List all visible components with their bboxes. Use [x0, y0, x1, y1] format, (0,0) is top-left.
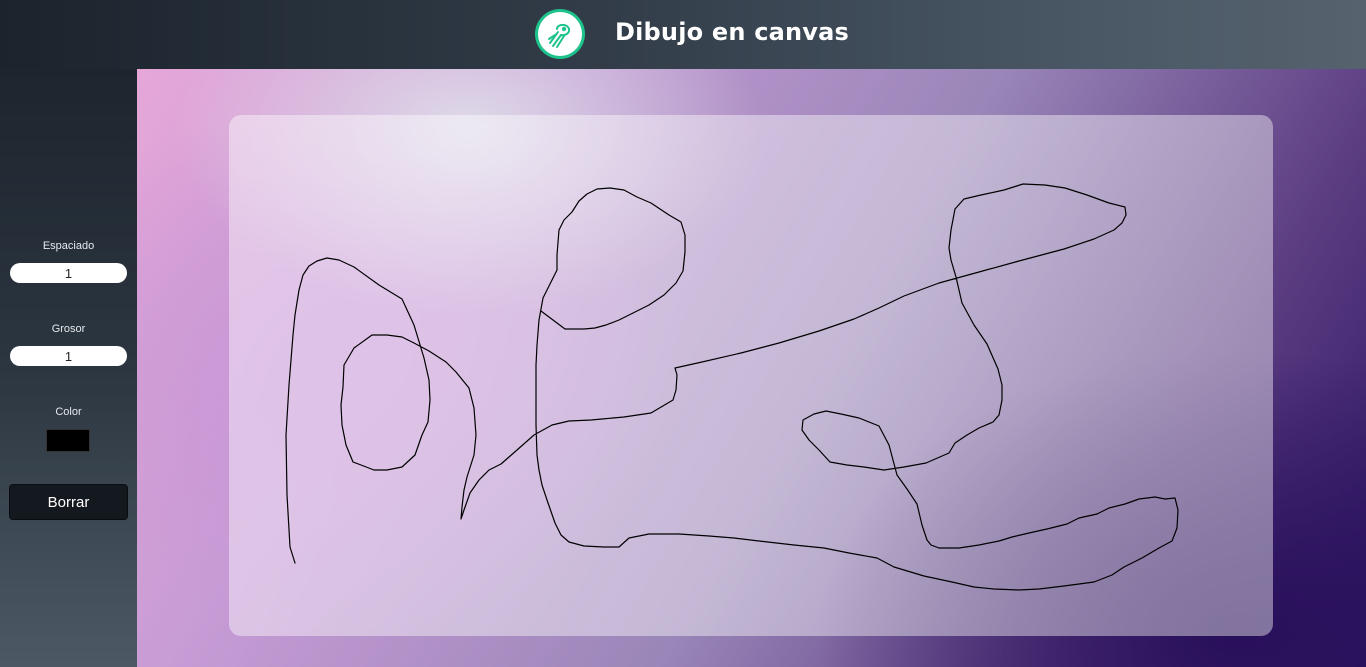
- clear-button[interactable]: Borrar: [8, 483, 129, 521]
- canvas-drawing: [285, 183, 1179, 591]
- controls-sidebar: Espaciado Grosor Color Borrar: [0, 69, 137, 667]
- thickness-input[interactable]: [10, 346, 127, 366]
- spacing-input[interactable]: [10, 263, 127, 283]
- drawing-stroke: [285, 183, 1179, 591]
- drawing-stage: [137, 69, 1366, 667]
- logo: [535, 9, 585, 59]
- thickness-label: Grosor: [51, 323, 86, 335]
- page-title: Dibujo en canvas: [615, 18, 850, 46]
- spacing-label: Espaciado: [42, 240, 95, 252]
- color-label: Color: [55, 406, 82, 418]
- jellyfish-icon: [548, 23, 571, 48]
- drawing-canvas[interactable]: [229, 115, 1273, 636]
- color-picker[interactable]: [46, 429, 90, 452]
- app-header: Dibujo en canvas: [0, 0, 1366, 69]
